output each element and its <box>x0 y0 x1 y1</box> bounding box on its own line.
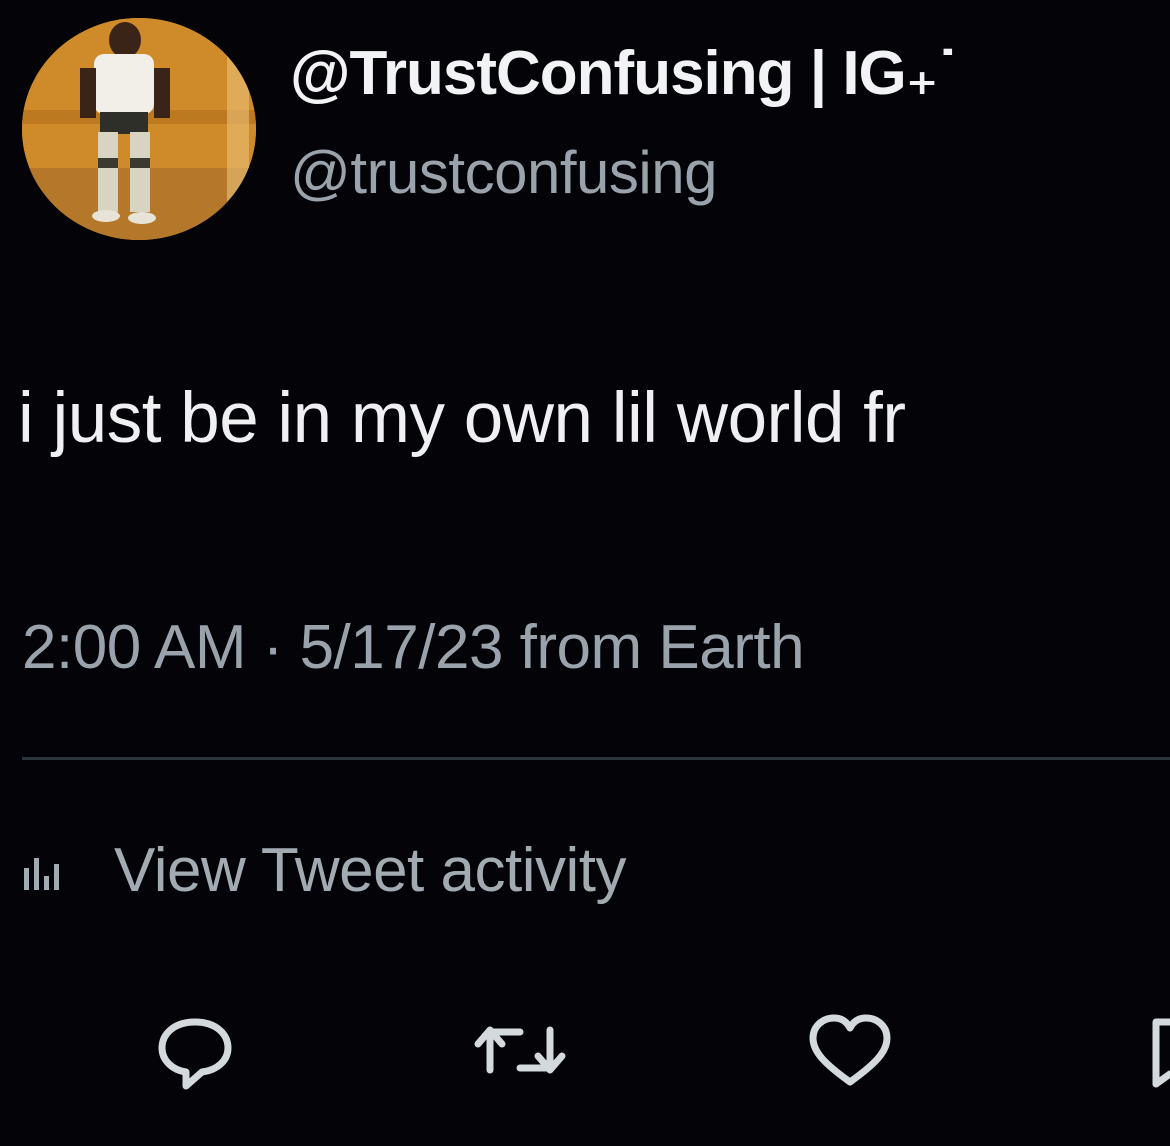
tweet-timestamp[interactable]: 2:00 AM · 5/17/23 from Earth <box>22 612 805 683</box>
avatar[interactable] <box>22 18 256 240</box>
bookmark-icon <box>1130 1010 1170 1090</box>
avatar-photo <box>22 18 256 240</box>
user-handle[interactable]: @trustconfusing <box>290 138 717 207</box>
reply-button[interactable] <box>145 1000 245 1100</box>
divider <box>22 757 1170 760</box>
view-tweet-activity-label: View Tweet activity <box>114 835 627 905</box>
tweet-card: @TrustConfusing | IG₊˙ @trustconfusing i… <box>0 0 1170 1146</box>
tweet-action-bar <box>0 1000 1170 1100</box>
bar-chart-icon <box>22 840 102 900</box>
heart-icon <box>805 1010 895 1090</box>
retweet-button[interactable] <box>470 1000 570 1100</box>
bookmark-button[interactable] <box>1130 1000 1170 1100</box>
tweet-text: i just be in my own lil world fr <box>18 379 906 458</box>
speech-bubble-icon <box>150 1010 240 1090</box>
view-tweet-activity-link[interactable]: View Tweet activity <box>22 830 627 910</box>
retweet-arrows-icon <box>470 1010 570 1090</box>
display-name[interactable]: @TrustConfusing | IG₊˙ <box>290 36 958 109</box>
like-button[interactable] <box>800 1000 900 1100</box>
